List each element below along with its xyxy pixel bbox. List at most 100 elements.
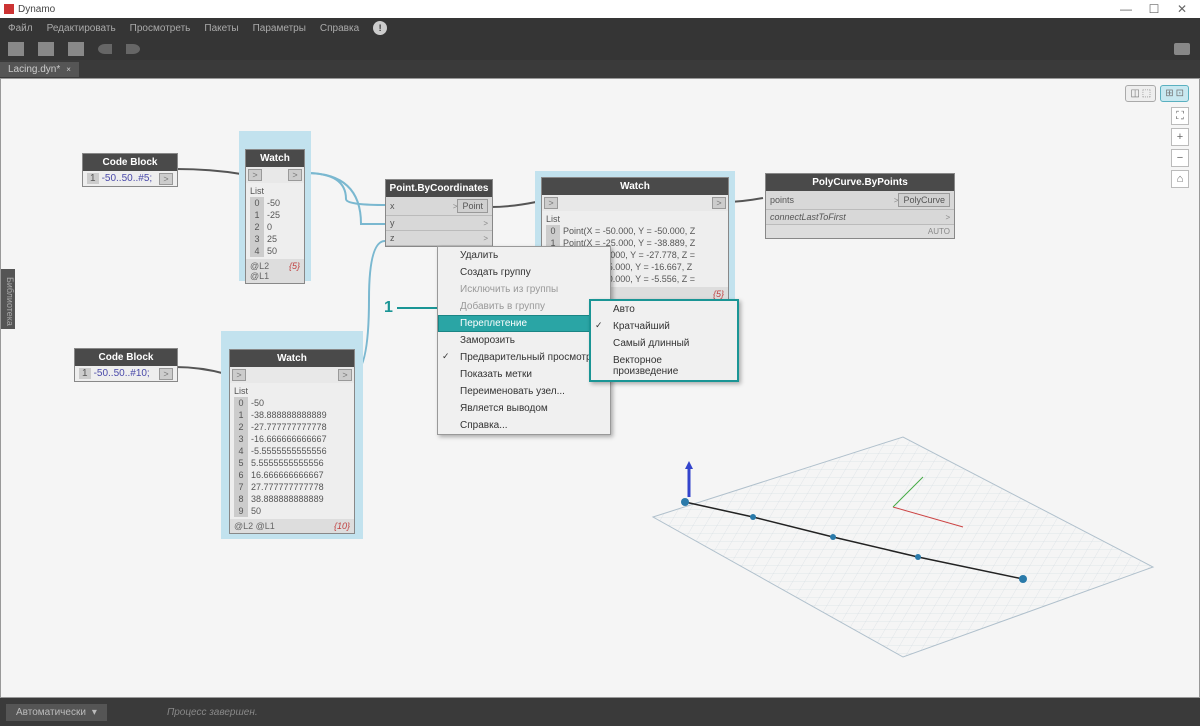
node-title: Code Block (83, 154, 177, 171)
home-view-button[interactable]: ⌂ (1171, 170, 1189, 188)
port-points[interactable]: points (770, 195, 894, 205)
foot-count: {5} (713, 289, 724, 299)
port-connect-last[interactable]: connectLastToFirst (770, 212, 945, 222)
lacing-longest[interactable]: Самый длинный (591, 335, 737, 352)
cube-icon: ◫ (1130, 88, 1139, 99)
output-port[interactable]: > (338, 369, 352, 381)
menu-edit[interactable]: Редактировать (47, 23, 116, 34)
ctx-exclude-group: Исключить из группы (438, 281, 610, 298)
library-toggle[interactable]: Библиотека (1, 269, 15, 329)
ctx-delete[interactable]: Удалить (438, 247, 610, 264)
foot-levels[interactable]: @L2 @L1 (250, 261, 289, 281)
list-item: 0-50 (234, 397, 350, 409)
node-watch-2[interactable]: Watch >> List 0-50 1-38.888888888889 2-2… (229, 349, 355, 534)
list-item: 1-38.888888888889 (234, 409, 350, 421)
point-icon (915, 554, 921, 560)
lacing-auto[interactable]: Авто (591, 301, 737, 318)
menu-params[interactable]: Параметры (253, 23, 306, 34)
menu-bar: Файл Редактировать Просмотреть Пакеты Па… (0, 18, 1200, 38)
zoom-in-button[interactable]: + (1171, 128, 1189, 146)
output-port[interactable]: > (288, 169, 302, 181)
menu-file[interactable]: Файл (8, 23, 33, 34)
output-port[interactable]: > (159, 368, 173, 380)
status-message: Процесс завершен. (167, 707, 258, 718)
open-file-icon[interactable] (38, 42, 54, 56)
port-y[interactable]: y (390, 218, 483, 228)
output-port[interactable]: > (159, 173, 173, 185)
list-item: 325 (250, 233, 300, 245)
geometry-preview[interactable] (623, 397, 1163, 677)
view-mode-buttons: ◫⬚ ⊞⊡ (1125, 85, 1189, 102)
run-mode-selector[interactable]: Автоматически ▾ (6, 704, 107, 721)
maximize-button[interactable]: ☐ (1140, 2, 1168, 16)
redo-icon[interactable] (126, 44, 140, 54)
list-item: 55.5555555555556 (234, 457, 350, 469)
input-port[interactable]: > (544, 197, 558, 209)
foot-levels[interactable]: @L2 @L1 (234, 521, 275, 531)
document-tab[interactable]: Lacing.dyn* × (0, 62, 79, 77)
lacing-mode: AUTO (928, 227, 950, 236)
view-3d-toggle[interactable]: ◫⬚ (1125, 85, 1156, 102)
output-port[interactable]: PolyCurve (898, 193, 950, 207)
view-graph-toggle[interactable]: ⊞⊡ (1160, 85, 1189, 102)
toolbar (0, 38, 1200, 60)
zoom-out-button[interactable]: − (1171, 149, 1189, 167)
node-code-block-2[interactable]: Code Block 1-50..50..#10;> (74, 348, 178, 382)
new-file-icon[interactable] (8, 42, 24, 56)
ctx-help[interactable]: Справка... (438, 417, 610, 434)
menu-view[interactable]: Просмотреть (130, 23, 191, 34)
node-title: PolyCurve.ByPoints (766, 174, 954, 191)
save-file-icon[interactable] (68, 42, 84, 56)
list-item: 950 (234, 505, 350, 517)
ctx-rename[interactable]: Переименовать узел... (438, 383, 610, 400)
list-item: 727.777777777778 (234, 481, 350, 493)
code-content[interactable]: 1-50..50..#5;> (83, 171, 177, 186)
ctx-lacing[interactable]: Переплетение▶ (438, 315, 610, 332)
watch-list: List 0-50 1-25 20 325 450 (246, 183, 304, 259)
tab-close-icon[interactable]: × (66, 65, 71, 74)
node-watch-1[interactable]: Watch >> List 0-50 1-25 20 325 450 @L2 @… (245, 149, 305, 284)
workspace-canvas[interactable]: Библиотека ◫⬚ ⊞⊡ ⛶ + − ⌂ Code Block 1-50… (0, 78, 1200, 698)
check-icon: ✓ (595, 320, 603, 331)
menu-help[interactable]: Справка (320, 23, 359, 34)
input-port[interactable]: > (248, 169, 262, 181)
output-port[interactable]: > (712, 197, 726, 209)
tab-bar: Lacing.dyn* × (0, 60, 1200, 78)
list-item: 0Point(X = -50.000, Y = -50.000, Z (546, 225, 724, 237)
list-item: 2-27.777777777778 (234, 421, 350, 433)
node-code-block-1[interactable]: Code Block 1-50..50..#5;> (82, 153, 178, 187)
ctx-show-labels[interactable]: Показать метки (438, 366, 610, 383)
list-item: 3-16.666666666667 (234, 433, 350, 445)
ctx-freeze[interactable]: Заморозить (438, 332, 610, 349)
lacing-submenu: Авто ✓Кратчайший Самый длинный Векторное… (589, 299, 739, 382)
info-icon[interactable]: ! (373, 21, 387, 35)
list-item: 4-5.5555555555556 (234, 445, 350, 457)
node-title: Code Block (75, 349, 177, 366)
close-button[interactable]: ✕ (1168, 2, 1196, 16)
node-title: Watch (230, 350, 354, 367)
port-z[interactable]: z (390, 233, 483, 243)
ctx-create-group[interactable]: Создать группу (438, 264, 610, 281)
menu-packages[interactable]: Пакеты (204, 23, 238, 34)
input-port[interactable]: > (232, 369, 246, 381)
port-x[interactable]: x (390, 201, 453, 211)
title-bar: Dynamo — ☐ ✕ (0, 0, 1200, 18)
undo-icon[interactable] (98, 44, 112, 54)
fit-view-button[interactable]: ⛶ (1171, 107, 1189, 125)
node-point-by-coordinates[interactable]: Point.ByCoordinates x>Point y> z> (385, 179, 493, 247)
code-content[interactable]: 1-50..50..#10;> (75, 366, 177, 381)
ctx-is-output[interactable]: Является выводом (438, 400, 610, 417)
list-item: 838.888888888889 (234, 493, 350, 505)
ctx-add-group: Добавить в группу (438, 298, 610, 315)
screenshot-icon[interactable] (1174, 43, 1190, 55)
node-polycurve-by-points[interactable]: PolyCurve.ByPoints points>PolyCurve conn… (765, 173, 955, 239)
output-port[interactable]: Point (457, 199, 488, 213)
cube-icon-2: ⬚ (1142, 88, 1151, 99)
lacing-shortest[interactable]: ✓Кратчайший (591, 318, 737, 335)
check-icon: ✓ (442, 351, 450, 362)
lacing-cross[interactable]: Векторное произведение (591, 352, 737, 380)
list-item: 450 (250, 245, 300, 257)
ctx-preview[interactable]: ✓Предварительный просмотр (438, 349, 610, 366)
minimize-button[interactable]: — (1112, 2, 1140, 16)
graph-icon-2: ⊡ (1176, 88, 1184, 99)
